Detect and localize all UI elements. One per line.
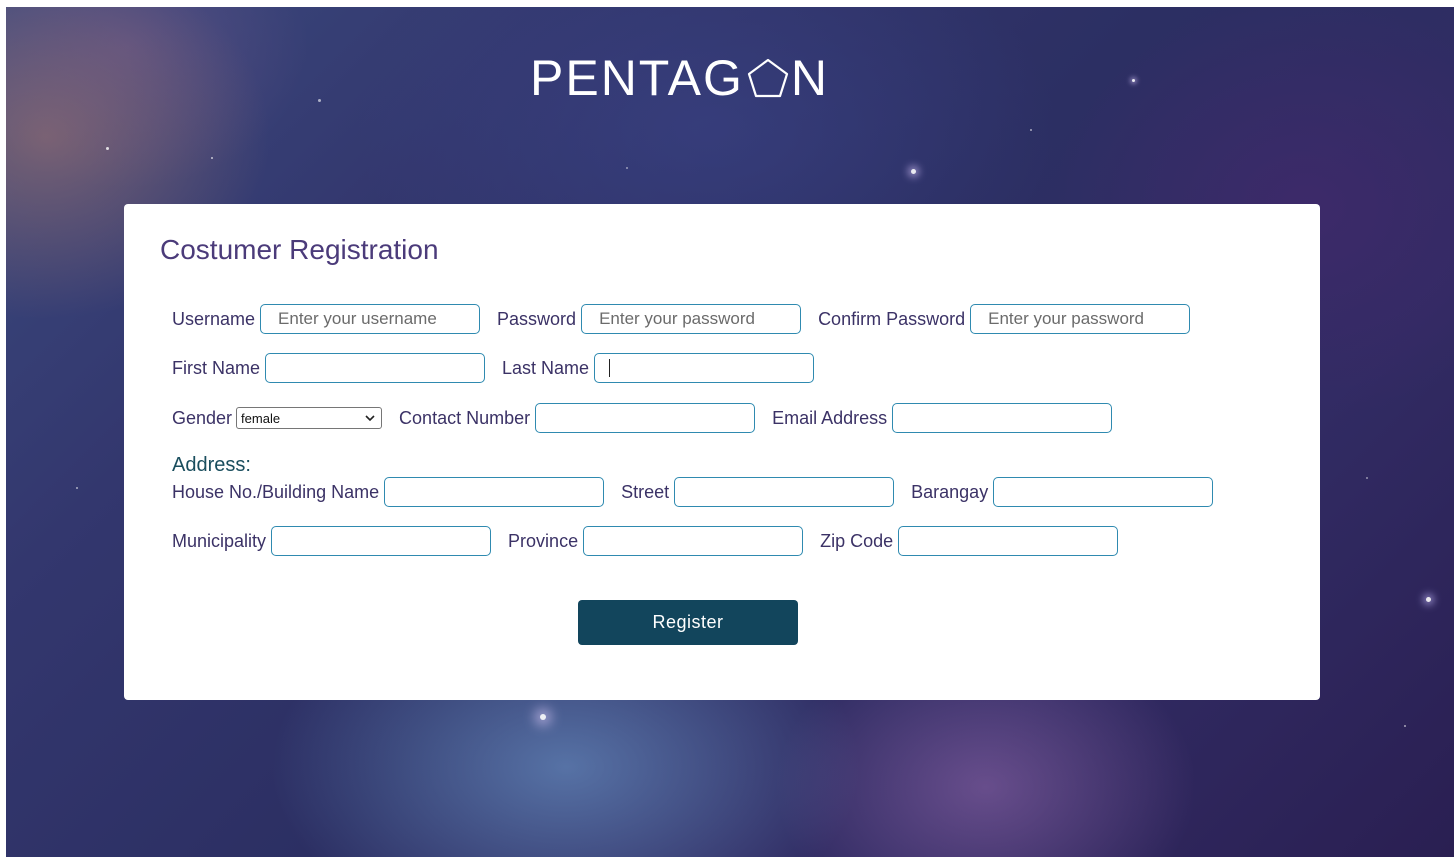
star [1366, 477, 1368, 479]
star [911, 169, 916, 174]
username-input[interactable] [260, 304, 481, 334]
zip-code-input[interactable] [898, 526, 1119, 556]
star [211, 157, 213, 159]
text-cursor [609, 359, 611, 377]
form-row-account: Username Password Confirm Password [172, 304, 1207, 334]
form-row-address-1: House No./Building Name Street Barangay [172, 477, 1230, 507]
last-name-input[interactable] [594, 353, 815, 383]
zip-code-label: Zip Code [820, 530, 894, 551]
confirm-password-input[interactable] [970, 304, 1191, 334]
gender-label: Gender [172, 407, 233, 428]
gender-selected-value: female [241, 410, 281, 426]
street-input[interactable] [674, 477, 895, 507]
email-address-label: Email Address [772, 407, 888, 428]
first-name-input[interactable] [265, 353, 486, 383]
form-row-address-2: Municipality Province Zip Code [172, 526, 1135, 556]
star [1030, 129, 1032, 131]
chevron-down-icon [365, 415, 375, 422]
municipality-input[interactable] [271, 526, 492, 556]
confirm-password-label: Confirm Password [818, 308, 966, 329]
pentagon-logo: PENTAG N [530, 48, 829, 108]
username-label: Username [172, 308, 256, 329]
house-no-label: House No./Building Name [172, 481, 380, 502]
province-input[interactable] [583, 526, 804, 556]
barangay-input[interactable] [993, 477, 1214, 507]
star [76, 487, 78, 489]
page-title: Costumer Registration [160, 234, 439, 265]
star [106, 147, 109, 150]
last-name-field [589, 353, 831, 383]
star [1404, 725, 1406, 727]
logo-text-end: N [790, 50, 829, 106]
star [1132, 79, 1135, 82]
house-no-input[interactable] [384, 477, 605, 507]
street-label: Street [621, 481, 670, 502]
star [540, 714, 546, 720]
gender-select[interactable]: female [236, 407, 383, 429]
address-heading: Address: [172, 454, 251, 476]
last-name-label: Last Name [502, 357, 590, 378]
registration-card: Costumer Registration Username Password … [124, 204, 1320, 700]
municipality-label: Municipality [172, 530, 267, 551]
register-button[interactable]: Register [578, 600, 798, 645]
contact-number-label: Contact Number [399, 407, 531, 428]
province-label: Province [508, 530, 579, 551]
star [626, 167, 628, 169]
pentagon-icon [747, 58, 788, 98]
logo-text-start: PENTAG [530, 50, 744, 106]
star [1426, 597, 1431, 602]
barangay-label: Barangay [911, 481, 989, 502]
password-input[interactable] [581, 304, 802, 334]
form-row-contact: Gender female Contact Number Email Addre… [172, 403, 1129, 433]
email-address-input[interactable] [892, 403, 1113, 433]
password-label: Password [497, 308, 577, 329]
form-row-name: First Name Last Name [172, 353, 831, 383]
contact-number-input[interactable] [535, 403, 756, 433]
star [318, 99, 321, 102]
first-name-label: First Name [172, 357, 261, 378]
